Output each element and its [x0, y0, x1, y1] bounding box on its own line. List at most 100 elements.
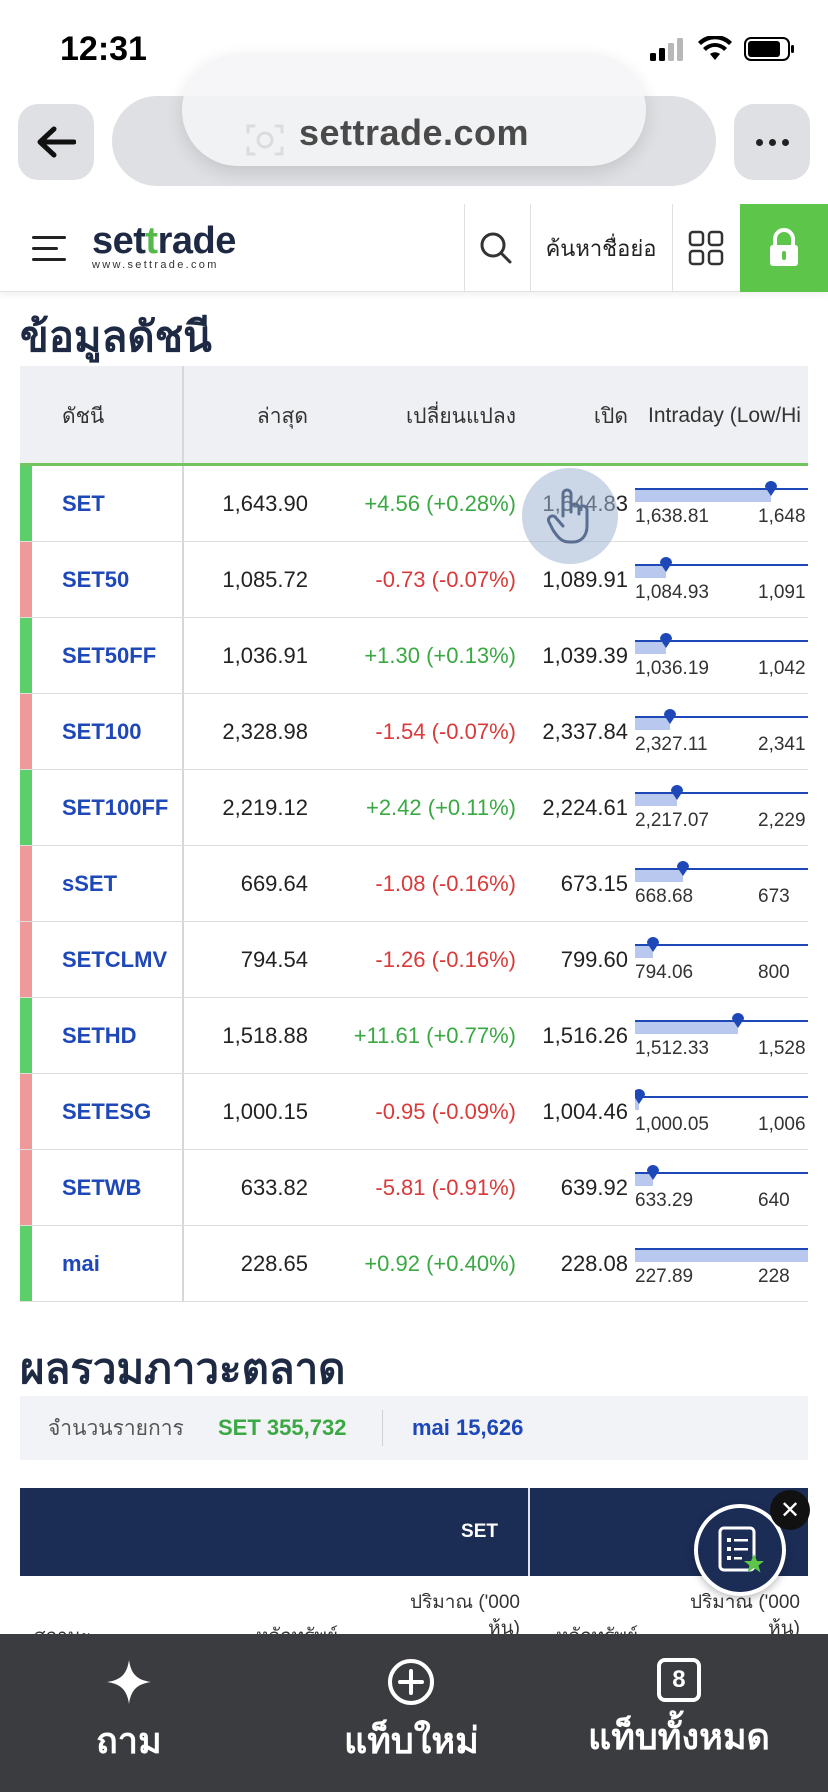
index-symbol-link[interactable]: SET100FF	[62, 770, 168, 846]
all-tabs-button[interactable]: 8 แท็บทั้งหมด	[588, 1658, 770, 1765]
price-change: -1.08 (-0.16%)	[375, 871, 516, 896]
index-row[interactable]: SET100 2,328.98 -1.54 (-0.07%) 2,337.84 2,32…	[20, 694, 808, 770]
web-page: settrade www.settrade.com ค้นหาชื่อย่อ ข…	[0, 204, 828, 1634]
col-status: สถานะ	[34, 1624, 91, 1634]
index-symbol-link[interactable]: sSET	[62, 846, 117, 922]
index-symbol-link[interactable]: SETESG	[62, 1074, 151, 1150]
set-column-group: SET	[461, 1521, 498, 1542]
index-table-header: ดัชนี ล่าสุด เปลี่ยนแปลง เปิด Intraday (…	[20, 366, 808, 466]
trade-count-label: จำนวนรายการ	[48, 1416, 184, 1440]
range-marker-icon	[647, 937, 659, 952]
price-change: -5.81 (-0.91%)	[375, 1175, 516, 1200]
index-symbol-link[interactable]: SETHD	[62, 998, 137, 1074]
column-header-last[interactable]: ล่าสุด	[184, 366, 308, 466]
index-symbol-link[interactable]: SETWB	[62, 1150, 141, 1226]
last-price: 669.64	[240, 871, 308, 896]
intraday-range: 1,084.93 1,091	[635, 542, 808, 618]
intraday-high: 2,341	[758, 734, 806, 755]
symbol-search-button[interactable]: ค้นหาชื่อย่อ	[530, 204, 672, 292]
column-header-change[interactable]: เปลี่ยนแปลง	[312, 366, 516, 466]
range-marker-icon	[765, 481, 777, 496]
open-price: 2,337.84	[542, 719, 628, 744]
index-row[interactable]: SET100FF 2,219.12 +2.42 (+0.11%) 2,224.61 2,…	[20, 770, 808, 846]
header-divider	[672, 204, 673, 292]
last-price: 2,219.12	[222, 795, 308, 820]
trend-indicator-bar	[20, 998, 32, 1073]
set-trade-count: SET 355,732	[218, 1415, 347, 1440]
hamburger-menu-icon[interactable]	[30, 232, 70, 264]
login-button[interactable]	[740, 204, 828, 292]
open-price: 639.92	[560, 1175, 628, 1200]
price-change: -0.73 (-0.07%)	[375, 567, 516, 592]
range-track	[635, 1172, 808, 1174]
intraday-low: 1,512.33	[635, 1038, 709, 1059]
header-divider	[464, 204, 465, 292]
column-header-intraday[interactable]: Intraday (Low/Hi	[648, 366, 808, 466]
index-row[interactable]: SETHD 1,518.88 +11.61 (+0.77%) 1,516.26 1,51…	[20, 998, 808, 1074]
intraday-range: 794.06 800	[635, 922, 808, 998]
sparkle-icon	[106, 1660, 151, 1704]
index-row[interactable]: SET1,643.90+4.56 (+0.28%)1,644.831,638.8…	[20, 466, 808, 542]
range-track	[635, 944, 808, 946]
more-dot-icon	[781, 138, 789, 146]
open-price: 228.08	[560, 1251, 628, 1276]
index-symbol-link[interactable]: SET	[62, 466, 105, 542]
lock-icon	[770, 228, 798, 266]
intraday-high: 2,229	[758, 810, 806, 831]
close-fab-button[interactable]: ✕	[770, 1490, 810, 1530]
range-marker-icon	[660, 633, 672, 648]
logo-url: www.settrade.com	[92, 259, 219, 271]
document-star-icon	[718, 1526, 764, 1573]
last-price: 1,000.15	[222, 1099, 308, 1124]
index-row[interactable]: SET50FF 1,036.91 +1.30 (+0.13%) 1,039.39 1,0…	[20, 618, 808, 694]
range-marker-icon	[635, 1089, 645, 1104]
last-price: 1,036.91	[222, 643, 308, 668]
open-price: 1,039.39	[542, 643, 628, 668]
index-symbol-link[interactable]: SET100	[62, 694, 142, 770]
intraday-low: 1,036.19	[635, 658, 709, 679]
new-tab-button[interactable]: แท็บใหม่	[344, 1658, 479, 1769]
search-icon[interactable]	[478, 230, 514, 266]
close-icon: ✕	[779, 1496, 801, 1524]
trend-indicator-bar	[20, 466, 32, 541]
intraday-range: 1,000.05 1,006	[635, 1074, 808, 1150]
index-symbol-link[interactable]: SETCLMV	[62, 922, 167, 998]
index-row[interactable]: mai 228.65 +0.92 (+0.40%) 228.08 227.89 228	[20, 1226, 808, 1302]
trend-indicator-bar	[20, 922, 32, 997]
index-row[interactable]: SET50 1,085.72 -0.73 (-0.07%) 1,089.91 1,084…	[20, 542, 808, 618]
last-price: 228.65	[240, 1251, 308, 1276]
price-change: +0.92 (+0.40%)	[364, 1251, 516, 1276]
ask-label: ถาม	[96, 1720, 162, 1761]
trend-indicator-bar	[20, 694, 32, 769]
grid-menu-icon[interactable]	[688, 230, 724, 266]
open-price: 1,004.46	[542, 1099, 628, 1124]
index-row[interactable]: SETWB 633.82 -5.81 (-0.91%) 639.92 633.29 640	[20, 1150, 808, 1226]
intraday-range: 1,512.33 1,528	[635, 998, 808, 1074]
market-summary-table-header: SET	[20, 1488, 808, 1576]
settrade-logo[interactable]: settrade www.settrade.com	[92, 220, 236, 271]
last-price: 794.54	[240, 947, 308, 972]
range-fill	[635, 490, 771, 502]
range-marker-icon	[647, 1165, 659, 1180]
index-symbol-link[interactable]: SET50	[62, 542, 129, 618]
ask-button[interactable]: ถาม	[96, 1658, 162, 1769]
index-symbol-link[interactable]: SET50FF	[62, 618, 156, 694]
logo-wordmark: settrade	[92, 220, 236, 262]
trend-indicator-bar	[20, 1226, 32, 1301]
intraday-high: 228	[758, 1266, 790, 1287]
intraday-low: 2,217.07	[635, 810, 709, 831]
intraday-low: 1,638.81	[635, 506, 709, 527]
range-track	[635, 1096, 808, 1098]
more-options-button[interactable]	[734, 104, 810, 180]
index-row[interactable]: SETESG 1,000.15 -0.95 (-0.09%) 1,004.46 1,00…	[20, 1074, 808, 1150]
index-row[interactable]: sSET 669.64 -1.08 (-0.16%) 673.15 668.68 673	[20, 846, 808, 922]
index-row[interactable]: SETCLMV 794.54 -1.26 (-0.16%) 799.60 794.06 8…	[20, 922, 808, 998]
new-tab-label: แท็บใหม่	[344, 1720, 479, 1761]
url-text[interactable]: settrade.com	[0, 112, 828, 154]
intraday-low: 1,000.05	[635, 1114, 709, 1135]
index-symbol-link[interactable]: mai	[62, 1226, 100, 1302]
intraday-range: 2,327.11 2,341	[635, 694, 808, 770]
open-price: 1,516.26	[542, 1023, 628, 1048]
column-header-index[interactable]: ดัชนี	[62, 366, 104, 466]
column-header-open[interactable]: เปิด	[518, 366, 628, 466]
